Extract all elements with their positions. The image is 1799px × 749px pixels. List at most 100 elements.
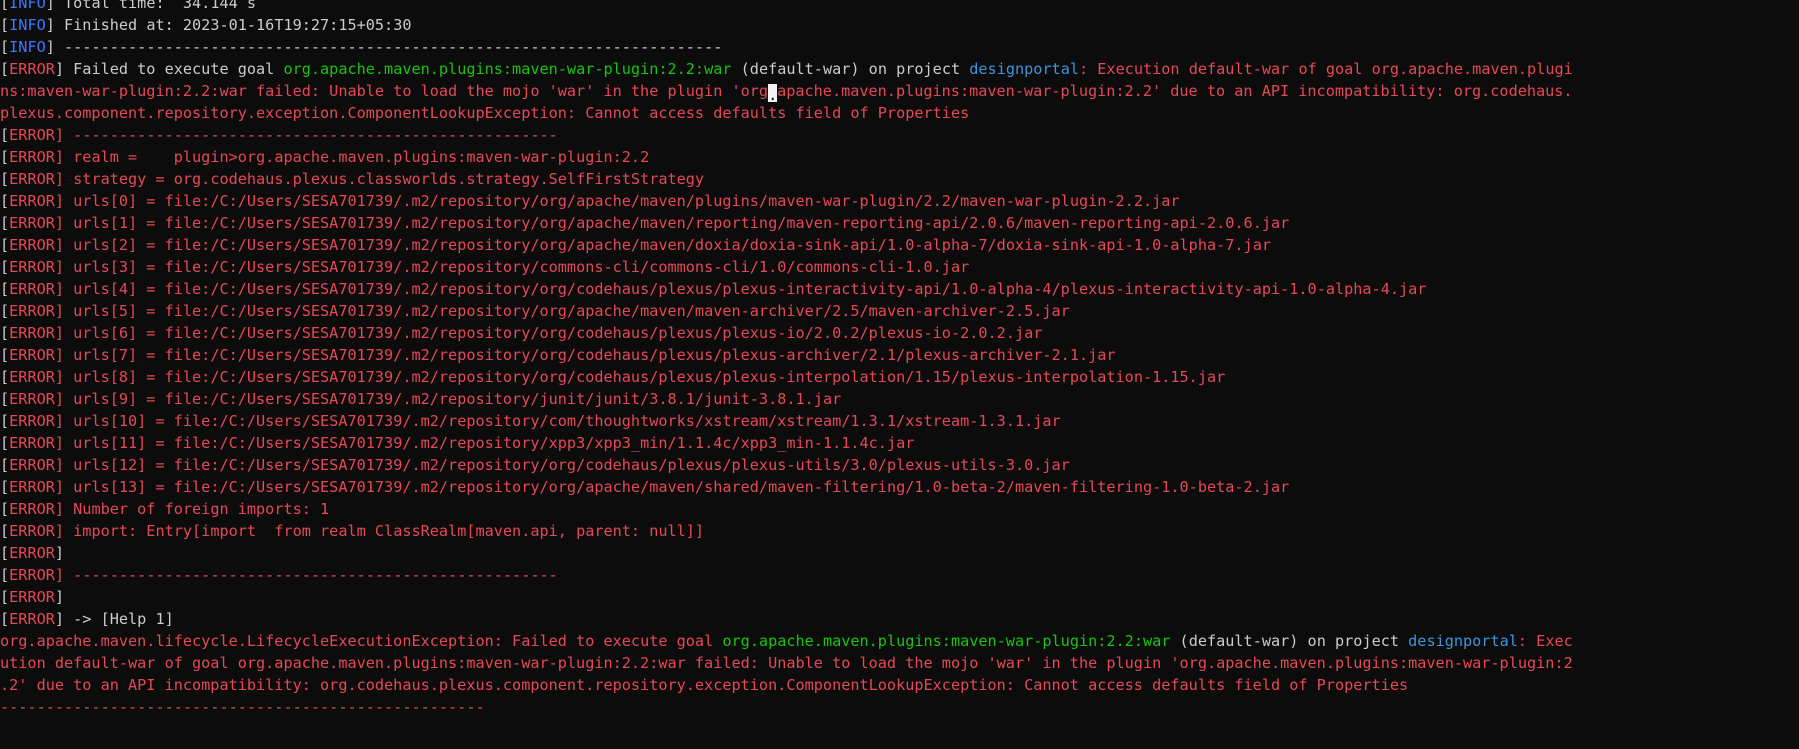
log-text-segment: [ (0, 412, 10, 430)
log-level-tag: ERROR (9, 236, 55, 254)
log-text-segment: [ (0, 610, 10, 628)
terminal-line: [ERROR] urls[13] = file:/C:/Users/SESA70… (0, 476, 1799, 498)
log-text-segment: [ (0, 566, 10, 584)
log-level-tag: ERROR (9, 324, 55, 342)
terminal-line: [ERROR] urls[6] = file:/C:/Users/SESA701… (0, 322, 1799, 344)
terminal-line: [ERROR] --------------------------------… (0, 564, 1799, 586)
log-text-segment: [ (0, 544, 10, 562)
log-text-segment: designportal (969, 60, 1079, 78)
log-text-segment: ] (54, 588, 65, 606)
log-text-segment: ] urls[1] = file:/C:/Users/SESA701739/.m… (54, 214, 1290, 232)
terminal-line: [ERROR] urls[10] = file:/C:/Users/SESA70… (0, 410, 1799, 432)
log-text-segment: ] (54, 544, 65, 562)
log-text-segment: apache.maven.plugins:maven-war-plugin:2.… (777, 82, 1573, 100)
terminal-line: [ERROR] urls[0] = file:/C:/Users/SESA701… (0, 190, 1799, 212)
text-cursor: . (768, 84, 778, 102)
log-text-segment: [ (0, 390, 10, 408)
log-text-segment: ] urls[7] = file:/C:/Users/SESA701739/.m… (54, 346, 1116, 364)
terminal-line: [ERROR] strategy = org.codehaus.plexus.c… (0, 168, 1799, 190)
terminal-line: [ERROR] urls[4] = file:/C:/Users/SESA701… (0, 278, 1799, 300)
log-text-segment: [ (0, 478, 10, 496)
log-level-tag: ERROR (9, 456, 55, 474)
terminal-line: plexus.component.repository.exception.Co… (0, 102, 1799, 124)
terminal-window[interactable]: [INFO] Total time: 34.144 s [INFO] Finish… (0, 0, 1799, 749)
terminal-line: [ERROR] urls[7] = file:/C:/Users/SESA701… (0, 344, 1799, 366)
log-text-segment: ] urls[5] = file:/C:/Users/SESA701739/.m… (54, 302, 1070, 320)
log-text-segment: ] --------------------------------------… (54, 566, 558, 584)
log-level-tag: ERROR (9, 148, 55, 166)
terminal-line: [ERROR] Failed to execute goal org.apach… (0, 58, 1799, 80)
log-text-segment: ] Total time: 34.144 s (45, 0, 257, 12)
log-text-segment: [ (0, 588, 10, 606)
log-text-segment: ] urls[8] = file:/C:/Users/SESA701739/.m… (54, 368, 1226, 386)
log-level-tag: ERROR (9, 60, 55, 78)
log-text-segment: org.apache.maven.plugins:maven-war-plugi… (283, 60, 732, 78)
log-level-tag: ERROR (9, 126, 55, 144)
terminal-output: [INFO] Total time: 34.144 s [INFO] Finish… (0, 0, 1799, 718)
log-level-tag: INFO (9, 38, 46, 56)
log-text-segment: [ (0, 126, 10, 144)
log-text-segment: designportal (1408, 632, 1518, 650)
log-text-segment: ] -> [Help 1] (54, 610, 174, 628)
log-level-tag: ERROR (9, 412, 55, 430)
log-level-tag: ERROR (9, 522, 55, 540)
log-text-segment: : Exec (1517, 632, 1573, 650)
terminal-line: .2' due to an API incompatibility: org.c… (0, 674, 1799, 696)
terminal-line: [ERROR] Number of foreign imports: 1 (0, 498, 1799, 520)
terminal-line: [ERROR] import: Entry[import from realm … (0, 520, 1799, 542)
log-text-segment: [ (0, 0, 10, 12)
log-text-segment: [ (0, 346, 10, 364)
terminal-line: [ERROR] urls[3] = file:/C:/Users/SESA701… (0, 256, 1799, 278)
log-text-segment: ns:maven-war-plugin:2.2:war failed: Unab… (0, 82, 769, 100)
log-text-segment: ] urls[0] = file:/C:/Users/SESA701739/.m… (54, 192, 1180, 210)
log-text-segment: (default-war) on project (1170, 632, 1409, 650)
terminal-line: [ERROR] (0, 586, 1799, 608)
log-level-tag: ERROR (9, 302, 55, 320)
log-text-segment: ] Number of foreign imports: 1 (54, 500, 330, 518)
log-level-tag: ERROR (9, 478, 55, 496)
log-text-segment: (default-war) on project (731, 60, 970, 78)
log-level-tag: ERROR (9, 544, 55, 562)
log-level-tag: ERROR (9, 170, 55, 188)
log-text-segment: ] urls[9] = file:/C:/Users/SESA701739/.m… (54, 390, 842, 408)
terminal-line: [ERROR] realm = plugin>org.apache.maven.… (0, 146, 1799, 168)
terminal-line: [ERROR] urls[11] = file:/C:/Users/SESA70… (0, 432, 1799, 454)
log-text-segment: org.apache.maven.lifecycle.LifecycleExec… (0, 632, 494, 650)
log-text-segment: [ (0, 434, 10, 452)
log-text-segment: ] strategy = org.codehaus.plexus.classwo… (54, 170, 705, 188)
terminal-line: [ERROR] urls[1] = file:/C:/Users/SESA701… (0, 212, 1799, 234)
log-level-tag: ERROR (9, 610, 55, 628)
log-level-tag: INFO (9, 0, 46, 12)
log-text-segment: [ (0, 148, 10, 166)
terminal-line: [ERROR] urls[12] = file:/C:/Users/SESA70… (0, 454, 1799, 476)
log-text-segment: [ (0, 170, 10, 188)
log-level-tag: ERROR (9, 588, 55, 606)
log-text-segment: [ (0, 280, 10, 298)
log-level-tag: ERROR (9, 500, 55, 518)
log-text-segment: : Failed to execute goal (493, 632, 723, 650)
log-text-segment: ] urls[2] = file:/C:/Users/SESA701739/.m… (54, 236, 1271, 254)
terminal-line: ----------------------------------------… (0, 696, 1799, 718)
log-level-tag: ERROR (9, 434, 55, 452)
log-text-segment: .2' due to an API incompatibility: org.c… (0, 676, 1409, 694)
log-text-segment: [ (0, 456, 10, 474)
terminal-line: [ERROR] urls[2] = file:/C:/Users/SESA701… (0, 234, 1799, 256)
log-level-tag: ERROR (9, 368, 55, 386)
log-text-segment: ] --------------------------------------… (45, 38, 723, 56)
log-level-tag: ERROR (9, 566, 55, 584)
log-text-segment: [ (0, 522, 10, 540)
log-text-segment: ] import: Entry[import from realm ClassR… (54, 522, 705, 540)
terminal-line: [ERROR] urls[5] = file:/C:/Users/SESA701… (0, 300, 1799, 322)
log-text-segment: ----------------------------------------… (0, 698, 485, 716)
log-text-segment: ] urls[10] = file:/C:/Users/SESA701739/.… (54, 412, 1061, 430)
terminal-line: [ERROR] --------------------------------… (0, 124, 1799, 146)
log-level-tag: INFO (9, 16, 46, 34)
log-text-segment: [ (0, 214, 10, 232)
terminal-line: [INFO] Total time: 34.144 s (0, 0, 1799, 14)
terminal-line: [ERROR] urls[8] = file:/C:/Users/SESA701… (0, 366, 1799, 388)
log-text-segment: ] urls[6] = file:/C:/Users/SESA701739/.m… (54, 324, 1043, 342)
log-level-tag: ERROR (9, 192, 55, 210)
terminal-line: org.apache.maven.lifecycle.LifecycleExec… (0, 630, 1799, 652)
log-text-segment: [ (0, 324, 10, 342)
terminal-line: ns:maven-war-plugin:2.2:war failed: Unab… (0, 80, 1799, 102)
